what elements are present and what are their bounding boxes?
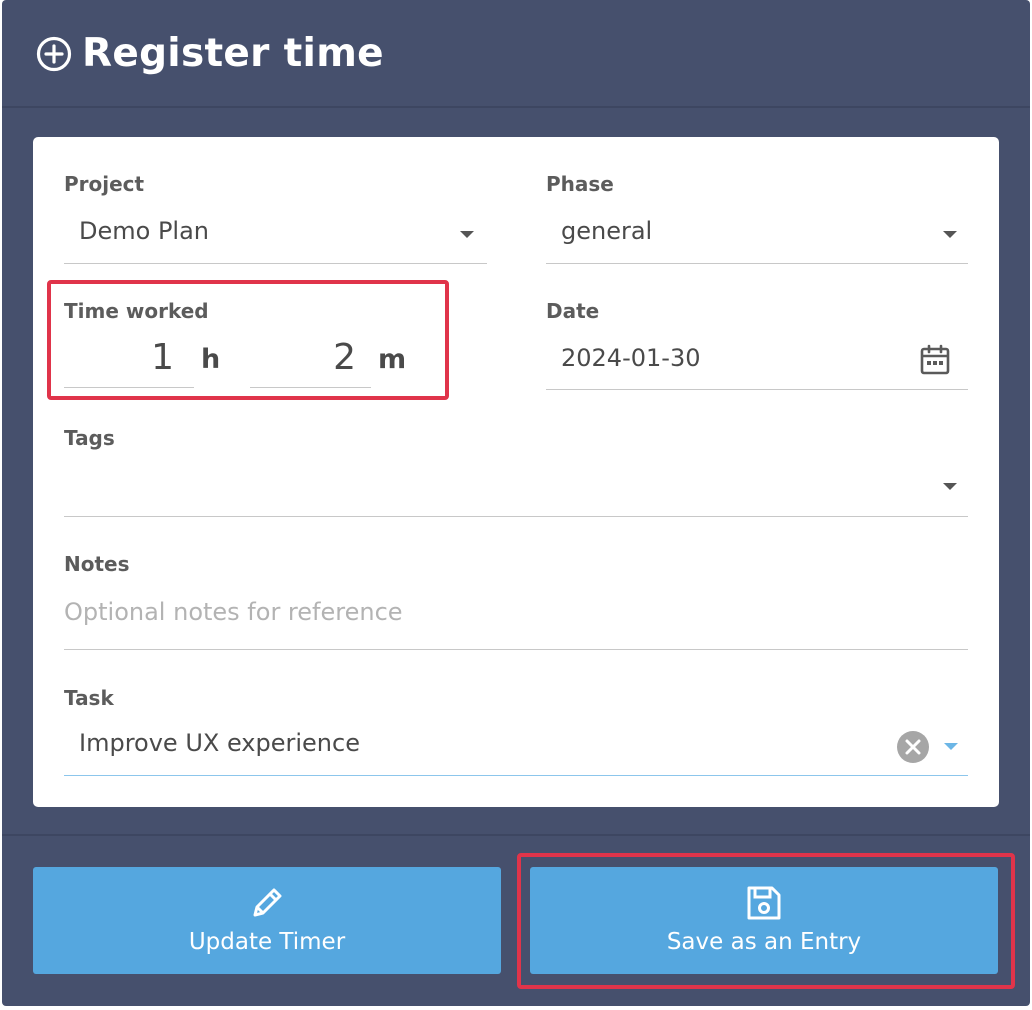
minutes-underline xyxy=(250,387,371,388)
phase-underline xyxy=(546,263,968,264)
hours-input[interactable]: 1 xyxy=(64,335,194,389)
save-entry-label: Save as an Entry xyxy=(666,929,862,955)
minutes-unit: m xyxy=(378,344,407,375)
notes-label: Notes xyxy=(64,552,130,576)
date-input[interactable]: 2024-01-30 xyxy=(546,335,968,391)
task-label: Task xyxy=(64,686,114,710)
update-timer-label: Update Timer xyxy=(188,929,346,955)
calendar-icon[interactable] xyxy=(918,343,952,377)
project-value: Demo Plan xyxy=(79,217,209,245)
form-card: Project Demo Plan Phase general Time wor… xyxy=(33,137,999,807)
footer-divider xyxy=(2,834,1030,836)
register-time-dialog: Register time Project Demo Plan Phase ge… xyxy=(2,0,1030,1006)
project-select[interactable]: Demo Plan xyxy=(64,209,487,265)
phase-select[interactable]: general xyxy=(546,209,968,265)
date-label: Date xyxy=(546,299,600,323)
minutes-value: 2 xyxy=(333,337,356,378)
date-value: 2024-01-30 xyxy=(561,344,701,372)
time-worked-label: Time worked xyxy=(64,299,209,323)
notes-placeholder: Optional notes for reference xyxy=(64,598,403,626)
dialog-title: Register time xyxy=(82,31,384,76)
plus-circle-icon xyxy=(36,36,72,72)
phase-value: general xyxy=(561,217,653,245)
caret-down-icon xyxy=(943,483,957,490)
task-underline xyxy=(64,775,968,776)
tags-select[interactable] xyxy=(64,461,968,518)
caret-down-icon xyxy=(460,231,474,238)
hours-value: 1 xyxy=(151,337,174,378)
caret-down-icon xyxy=(944,743,958,750)
floppy-disk-icon xyxy=(747,886,781,920)
notes-input[interactable]: Optional notes for reference xyxy=(64,589,968,651)
phase-label: Phase xyxy=(546,172,614,196)
task-value: Improve UX experience xyxy=(79,729,360,757)
pencil-icon xyxy=(253,888,282,917)
project-label: Project xyxy=(64,172,145,196)
minutes-input[interactable]: 2 xyxy=(250,335,371,389)
tags-underline xyxy=(64,516,968,517)
tags-label: Tags xyxy=(64,426,115,450)
update-timer-button[interactable]: Update Timer xyxy=(33,867,501,974)
caret-down-icon xyxy=(943,231,957,238)
notes-underline xyxy=(64,649,968,650)
project-underline xyxy=(64,263,487,264)
date-underline xyxy=(546,389,968,390)
hours-underline xyxy=(64,387,194,388)
hours-unit: h xyxy=(201,344,221,375)
clear-icon[interactable] xyxy=(896,730,930,764)
task-select[interactable]: Improve UX experience xyxy=(64,721,968,777)
dialog-header: Register time xyxy=(2,0,1030,108)
save-entry-button[interactable]: Save as an Entry xyxy=(530,867,998,974)
